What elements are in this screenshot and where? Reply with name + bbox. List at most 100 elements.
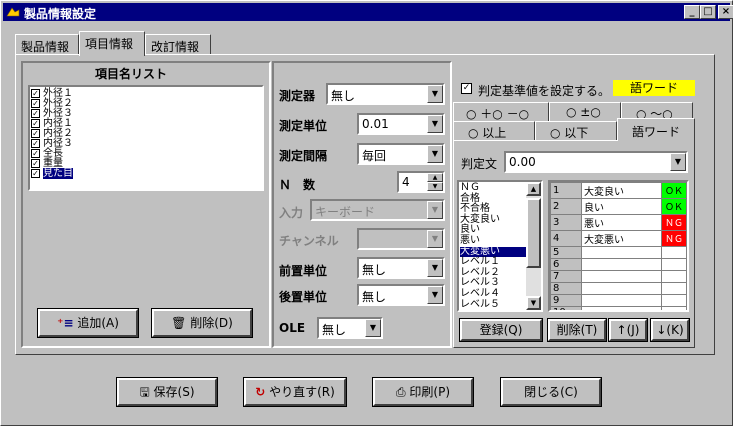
table-row[interactable]: 2 良い ＯＫ (550, 198, 687, 215)
row-text[interactable] (581, 306, 662, 310)
prefix-unit-select[interactable]: 無し ▼ (357, 257, 445, 279)
spin-up-icon[interactable]: ▲ (427, 173, 443, 182)
delete-item-button[interactable]: 🗑 削除(D) (151, 308, 253, 338)
save-button[interactable]: 🖫 保存(S) (116, 377, 218, 407)
word-item[interactable]: ＮＧ (460, 183, 528, 194)
table-row[interactable]: 6 (550, 258, 687, 271)
item-list-title: 項目名リスト (95, 67, 168, 81)
unit-select[interactable]: 0.01 ▼ (357, 113, 445, 135)
chevron-down-icon[interactable]: ▼ (670, 153, 686, 171)
table-row[interactable]: 10 (550, 306, 687, 310)
row-tag-cell[interactable]: ＮＧ (661, 214, 687, 231)
chevron-down-icon[interactable]: ▼ (427, 259, 443, 277)
row-text[interactable] (581, 258, 662, 271)
table-row[interactable]: 1 大変良い ＯＫ (550, 182, 687, 199)
row-tag-cell[interactable] (661, 294, 687, 307)
chevron-down-icon[interactable]: ▼ (427, 201, 443, 219)
table-row[interactable]: 5 (550, 246, 687, 259)
criteria-tab-plus-minus-range[interactable]: ○ ＋○ －○ (453, 102, 549, 121)
scroll-thumb[interactable] (526, 198, 541, 268)
channel-select[interactable]: ▼ (357, 228, 445, 250)
table-row[interactable]: 8 (550, 282, 687, 295)
criteria-tab-plus-minus[interactable]: ○ ±○ (549, 102, 621, 121)
judgement-select[interactable]: 0.00 ▼ (504, 151, 688, 173)
maximize-button[interactable]: □ (700, 5, 716, 19)
delete-word-button[interactable]: 削除(T) (547, 318, 607, 342)
item-checkbox[interactable]: ✓ (31, 129, 40, 138)
item-checkbox[interactable]: ✓ (31, 169, 40, 178)
criteria-tab-word[interactable]: 語ワード (617, 118, 695, 141)
meter-select[interactable]: 無し ▼ (326, 83, 445, 105)
item-checkbox[interactable]: ✓ (31, 89, 40, 98)
table-row[interactable]: 7 (550, 270, 687, 283)
item-checkbox[interactable]: ✓ (31, 119, 40, 128)
tab-product-info[interactable]: 製品情報 (15, 34, 79, 55)
row-text[interactable] (581, 294, 662, 307)
chevron-down-icon[interactable]: ▼ (427, 115, 443, 133)
row-tag-cell[interactable]: ＮＧ (661, 230, 687, 247)
item-list[interactable]: ✓ 外径１ ✓ 外径２ ✓ 外径３ ✓ 内径１ ✓ 内径２ ✓ 内径３ ✓ 全長 ✓ 重量 ✓ 見た目 (28, 85, 264, 191)
input-select[interactable]: キーボード ▼ (310, 199, 445, 221)
add-item-button[interactable]: ⁺≡ 追加(A) (37, 308, 139, 338)
close-button[interactable]: 閉じる(C) (500, 377, 602, 407)
n-count-spinner[interactable]: 4 ▲ ▼ (397, 171, 445, 193)
item-checkbox[interactable]: ✓ (31, 149, 40, 158)
row-tag-cell[interactable] (661, 246, 687, 259)
row-tag-cell[interactable] (661, 306, 687, 310)
criteria-checkbox[interactable]: ✓ (461, 83, 472, 94)
word-list-scrollbar[interactable]: ▲ ▼ (526, 182, 541, 310)
table-row[interactable]: 3 悪い ＮＧ (550, 214, 687, 231)
chevron-down-icon[interactable]: ▼ (365, 319, 381, 337)
row-text[interactable]: 悪い (581, 214, 662, 231)
ole-select[interactable]: 無し ▼ (317, 317, 383, 339)
list-item[interactable]: ✓ 内径３ (31, 139, 261, 149)
chevron-down-icon[interactable]: ▼ (427, 230, 443, 248)
redo-button[interactable]: ↻ やり直す(R) (243, 377, 347, 407)
row-text[interactable] (581, 282, 662, 295)
list-item[interactable]: ✓ 全長 (31, 149, 261, 159)
list-item[interactable]: ✓ 見た目 (31, 168, 261, 179)
row-number: 9 (550, 294, 582, 307)
judgement-grid[interactable]: 1大変良いＯＫ2良いＯＫ3悪いＮＧ4大変悪いＮＧ5678910 (548, 180, 689, 312)
minimize-button[interactable]: _ (684, 5, 700, 19)
criteria-tab-above[interactable]: ○ 以上 (453, 121, 535, 140)
criteria-tab-below[interactable]: ○ 以下 (535, 121, 617, 140)
close-window-button[interactable]: × (718, 5, 733, 19)
interval-select[interactable]: 毎回 ▼ (357, 143, 445, 165)
print-button[interactable]: ⎙ 印刷(P) (372, 377, 474, 407)
item-checkbox[interactable]: ✓ (31, 109, 40, 118)
criteria-tab-label: ○ ＋○ －○ (466, 107, 530, 121)
chevron-down-icon[interactable]: ▼ (427, 286, 443, 304)
register-button[interactable]: 登録(Q) (459, 318, 543, 342)
suffix-unit-select[interactable]: 無し ▼ (357, 284, 445, 306)
item-checkbox[interactable]: ✓ (31, 99, 40, 108)
status-badge: ＯＫ (662, 184, 686, 197)
scroll-up-icon[interactable]: ▲ (526, 182, 541, 196)
row-text[interactable]: 良い (581, 198, 662, 215)
item-checkbox[interactable]: ✓ (31, 159, 40, 168)
row-tag-cell[interactable]: ＯＫ (661, 198, 687, 215)
row-text[interactable]: 大変良い (581, 182, 662, 199)
tab-item-info[interactable]: 項目情報 (79, 31, 145, 56)
row-tag-cell[interactable] (661, 258, 687, 271)
word-item[interactable]: レベル４ (460, 289, 528, 300)
chevron-down-icon[interactable]: ▼ (427, 145, 443, 163)
chevron-down-icon[interactable]: ▼ (427, 85, 443, 103)
row-text[interactable] (581, 270, 662, 283)
tab-revision-info[interactable]: 改訂情報 (145, 34, 211, 55)
word-list[interactable]: ＮＧ 合格 不合格 大変良い 良い 悪い 大変悪い レベル１ レベル２ レベル３ レベル４ レベル５ … (457, 180, 543, 312)
word-item[interactable]: レベル５ (460, 299, 528, 310)
move-up-button[interactable]: ↑(J) (608, 318, 648, 342)
row-tag-cell[interactable]: ＯＫ (661, 182, 687, 199)
table-row[interactable]: 4 大変悪い ＮＧ (550, 230, 687, 247)
item-checkbox[interactable]: ✓ (31, 139, 40, 148)
scroll-down-icon[interactable]: ▼ (526, 296, 541, 310)
row-text[interactable]: 大変悪い (581, 230, 662, 247)
table-row[interactable]: 9 (550, 294, 687, 307)
row-text[interactable] (581, 246, 662, 259)
row-tag-cell[interactable] (661, 282, 687, 295)
move-down-button[interactable]: ↓(K) (650, 318, 690, 342)
spin-down-icon[interactable]: ▼ (427, 182, 443, 191)
word-item[interactable]: 悪い (460, 236, 528, 247)
row-tag-cell[interactable] (661, 270, 687, 283)
